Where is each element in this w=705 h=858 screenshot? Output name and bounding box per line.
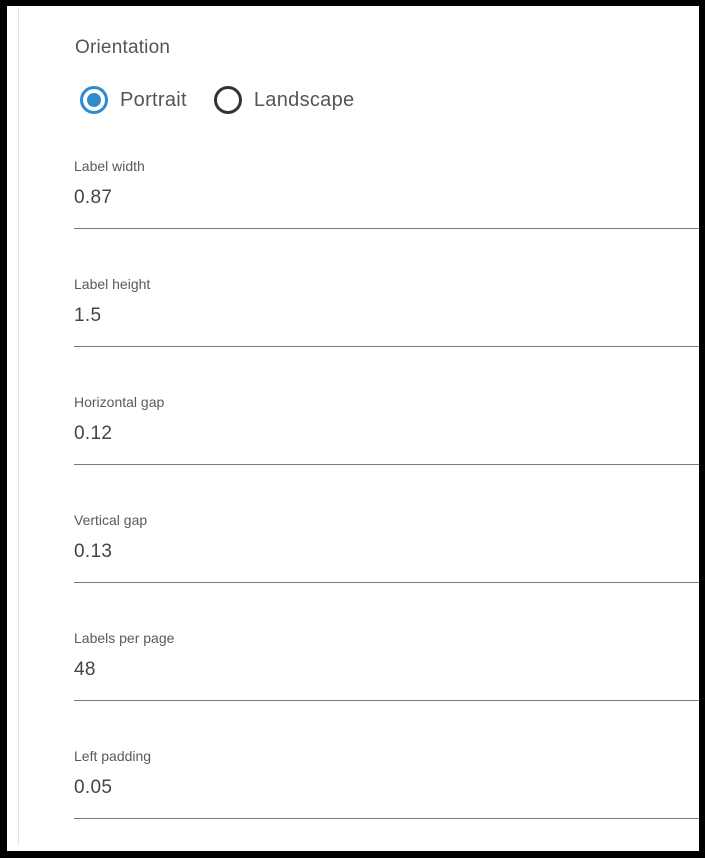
horizontal-gap-input[interactable]: [74, 419, 674, 449]
vertical-gap-field: Vertical gap: [74, 512, 699, 583]
orientation-heading: Orientation: [75, 37, 171, 58]
horizontal-gap-label: Horizontal gap: [74, 394, 165, 410]
vertical-gap-input[interactable]: [74, 537, 674, 567]
label-width-input[interactable]: [74, 183, 674, 213]
landscape-radio-button[interactable]: [213, 86, 242, 114]
landscape-radio-label: Landscape: [253, 88, 355, 111]
label-width-field: Label width: [74, 158, 699, 229]
landscape-radio-option[interactable]: Landscape: [213, 86, 355, 114]
horizontal-gap-field: Horizontal gap: [74, 394, 699, 465]
left-padding-input[interactable]: [74, 773, 674, 803]
left-padding-field: Left padding: [74, 748, 699, 819]
label-height-field: Label height: [74, 276, 699, 347]
portrait-radio-option[interactable]: Portrait: [80, 86, 187, 114]
label-height-label: Label height: [74, 276, 151, 292]
labels-per-page-label: Labels per page: [74, 630, 175, 646]
vertical-gap-label: Vertical gap: [74, 512, 148, 528]
labels-per-page-field: Labels per page: [74, 630, 699, 701]
label-width-label: Label width: [74, 158, 145, 174]
portrait-radio-button[interactable]: [80, 86, 108, 114]
orientation-radio-group: Portrait Landscape: [80, 84, 354, 116]
label-height-input[interactable]: [74, 301, 674, 331]
portrait-radio-label: Portrait: [120, 88, 187, 111]
labels-per-page-input[interactable]: [74, 655, 674, 685]
left-padding-label: Left padding: [74, 748, 152, 764]
radio-selected-dot: [87, 93, 101, 107]
